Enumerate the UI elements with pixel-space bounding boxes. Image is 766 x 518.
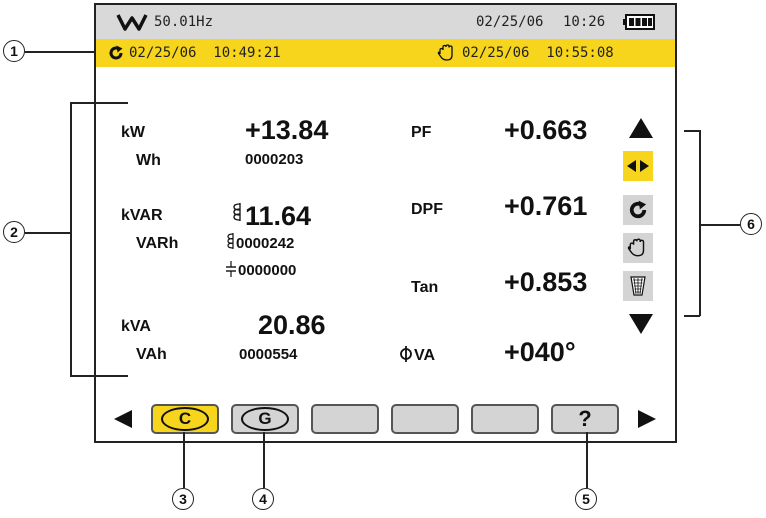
inductor-icon bbox=[227, 233, 234, 249]
pf-label: PF bbox=[411, 124, 432, 141]
softkey-4-button[interactable] bbox=[391, 404, 459, 434]
callout-2-bracket-top bbox=[70, 102, 128, 104]
start-datetime: 02/25/06 10:49:21 bbox=[129, 45, 281, 61]
callout-4-leader bbox=[263, 432, 265, 488]
wh-value: 0000203 bbox=[245, 151, 304, 168]
dpf-value: +0.761 bbox=[504, 191, 588, 221]
callout-2-bracket bbox=[70, 102, 72, 376]
help-button[interactable]: ? bbox=[551, 404, 619, 434]
stop-button[interactable] bbox=[623, 233, 653, 263]
phi-va-label: VA bbox=[414, 347, 436, 364]
kva-label: kVA bbox=[121, 318, 151, 335]
start-cycle-icon bbox=[109, 45, 123, 60]
callout-6-leader bbox=[700, 224, 740, 226]
varh-inductive-value: 0000242 bbox=[236, 235, 295, 252]
callout-1-leader bbox=[25, 51, 95, 53]
triangle-right-icon[interactable] bbox=[637, 409, 657, 429]
frequency-readout: 50.01Hz bbox=[154, 14, 214, 30]
vah-label: VAh bbox=[136, 346, 167, 363]
left-right-button[interactable] bbox=[623, 151, 653, 181]
start-cycle-button[interactable] bbox=[623, 195, 653, 225]
battery-icon bbox=[623, 14, 655, 30]
softkey-g-button[interactable]: G bbox=[231, 404, 299, 434]
inductor-icon bbox=[233, 203, 241, 221]
callout-2-leader bbox=[25, 232, 71, 234]
softkey-c-button[interactable]: C bbox=[151, 404, 219, 434]
softkey-5-button[interactable] bbox=[471, 404, 539, 434]
callout-1: 1 bbox=[3, 40, 25, 62]
kva-value: 20.86 bbox=[258, 310, 326, 340]
capacitor-icon bbox=[226, 261, 236, 277]
varh-label: VARh bbox=[136, 235, 179, 252]
status-bar: 50.01Hz 02/25/06 10:26 bbox=[96, 5, 675, 39]
status-time: 10:26 bbox=[563, 14, 606, 30]
softkey-3-button[interactable] bbox=[311, 404, 379, 434]
callout-6-bracket-top bbox=[684, 130, 700, 132]
callout-6: 6 bbox=[740, 213, 762, 235]
hand-icon bbox=[437, 44, 453, 61]
triangle-left-icon[interactable] bbox=[113, 409, 133, 429]
end-datetime: 02/25/06 10:55:08 bbox=[462, 45, 614, 61]
vah-value: 0000554 bbox=[239, 346, 298, 363]
softkey-g-label: G bbox=[241, 407, 289, 431]
callout-6-bracket-bottom bbox=[684, 315, 700, 317]
device-screen: 50.01Hz 02/25/06 10:26 02/25/06 10:49:21… bbox=[94, 3, 677, 443]
callout-3: 3 bbox=[172, 488, 194, 510]
callout-5: 5 bbox=[575, 488, 597, 510]
kw-value: +13.84 bbox=[245, 115, 329, 145]
callout-5-leader bbox=[586, 432, 588, 488]
callout-4: 4 bbox=[252, 488, 274, 510]
help-label: ? bbox=[578, 406, 592, 431]
callout-2-bracket-bottom bbox=[70, 375, 128, 377]
kvar-label: kVAR bbox=[121, 207, 163, 224]
power-mode-icon bbox=[116, 14, 148, 31]
varh-capacitive-value: 0000000 bbox=[238, 262, 297, 279]
hand-icon bbox=[627, 238, 645, 257]
left-right-icon bbox=[627, 160, 649, 172]
status-date: 02/25/06 bbox=[476, 14, 544, 30]
dpf-label: DPF bbox=[411, 201, 443, 218]
triangle-up-icon[interactable] bbox=[628, 117, 654, 139]
pf-value: +0.663 bbox=[504, 115, 588, 145]
callout-2: 2 bbox=[3, 221, 25, 243]
tan-value: +0.853 bbox=[504, 267, 588, 297]
delete-button[interactable] bbox=[623, 271, 653, 301]
trash-icon bbox=[630, 276, 646, 296]
callout-3-leader bbox=[183, 432, 185, 488]
recording-time-bar: 02/25/06 10:49:21 02/25/06 10:55:08 bbox=[96, 39, 675, 67]
kvar-value: 11.64 bbox=[245, 201, 312, 231]
phi-va-value: +040° bbox=[504, 337, 576, 367]
softkey-c-label: C bbox=[161, 407, 209, 431]
callout-6-bracket bbox=[699, 130, 701, 316]
tan-label: Tan bbox=[411, 279, 439, 296]
phi-icon bbox=[400, 346, 412, 362]
start-cycle-icon bbox=[629, 200, 647, 219]
triangle-down-icon[interactable] bbox=[628, 313, 654, 335]
kw-label: kW bbox=[121, 124, 145, 141]
wh-label: Wh bbox=[136, 152, 161, 169]
